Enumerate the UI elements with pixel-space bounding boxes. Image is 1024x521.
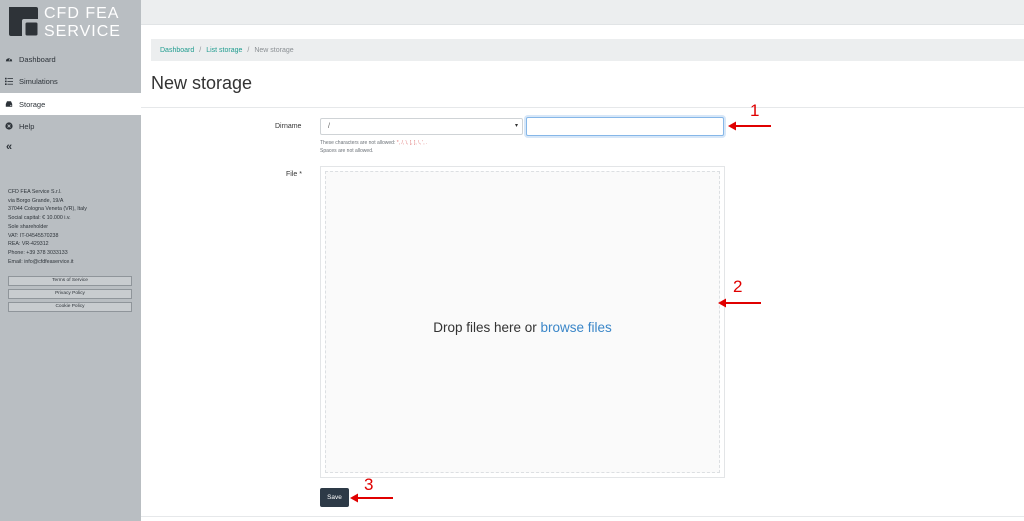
- company-line: via Borgo Grande, 19/A: [8, 197, 64, 204]
- file-label: File *: [286, 171, 302, 178]
- sidebar-item-simulations[interactable]: Simulations: [0, 70, 141, 92]
- page-title: New storage: [151, 73, 253, 93]
- breadcrumb-current: New storage: [254, 46, 294, 54]
- dirname-select[interactable]: / ▾: [320, 118, 523, 135]
- cookie-policy-button[interactable]: Cookie Policy: [8, 302, 132, 312]
- breadcrumb-separator: /: [247, 46, 250, 54]
- company-line: Social capital: € 10.000 i.v.: [8, 215, 71, 222]
- brand-name-line2: SERVICE: [44, 23, 121, 40]
- sidebar-item-dashboard[interactable]: Dashboard: [0, 48, 141, 70]
- dropzone-area[interactable]: Drop files here or browse files: [325, 171, 720, 473]
- drop-text: Drop files here or browse files: [326, 320, 719, 335]
- breadcrumb-dashboard[interactable]: Dashboard: [160, 47, 194, 54]
- hdd-icon: [5, 101, 13, 107]
- dirname-label: Dirname: [275, 123, 302, 130]
- terms-of-service-button[interactable]: Terms of Service: [8, 276, 132, 286]
- company-line: Email: info@cfdfeaservice.it: [8, 258, 74, 265]
- dashboard-icon: [5, 57, 13, 62]
- annotation-arrow-1-icon: [728, 121, 771, 131]
- company-line: 37044 Cologna Veneta (VR), Italy: [8, 206, 87, 213]
- annotation-number-3: 3: [364, 475, 374, 494]
- save-button[interactable]: Save: [320, 488, 349, 507]
- sidebar-item-label: Dashboard: [19, 54, 56, 64]
- company-line: VAT: IT-04545570238: [8, 232, 59, 239]
- sidebar-item-storage[interactable]: Storage: [0, 93, 141, 115]
- top-bar: [141, 0, 1024, 25]
- annotation-arrow-2-icon: [718, 298, 761, 308]
- brand-logo[interactable]: CFD FEA SERVICE: [7, 5, 132, 40]
- help-icon: [5, 122, 13, 130]
- company-line: REA: VR-429312: [8, 241, 49, 248]
- dirname-help-chars: These characters are not allowed: *, /, …: [320, 140, 427, 146]
- file-dropzone[interactable]: Drop files here or browse files: [320, 166, 725, 478]
- dirname-select-value: /: [328, 123, 330, 130]
- company-line: CFD FEA Service S.r.l.: [8, 189, 62, 195]
- sidebar-item-label: Help: [19, 121, 35, 131]
- sidebar-item-label: Storage: [19, 99, 46, 109]
- dirname-input[interactable]: [526, 117, 724, 136]
- list-icon: [5, 77, 13, 85]
- dirname-help-prefix: These characters are not allowed:: [320, 140, 397, 146]
- breadcrumb: Dashboard / List storage / New storage: [151, 39, 1024, 61]
- breadcrumb-separator: /: [199, 46, 202, 54]
- company-line: Phone: +39 378 3033133: [8, 249, 68, 256]
- collapse-sidebar-icon[interactable]: «: [6, 141, 12, 153]
- browse-files-link[interactable]: browse files: [541, 320, 612, 335]
- bottom-divider: [141, 516, 1024, 517]
- privacy-policy-button[interactable]: Privacy Policy: [8, 289, 132, 299]
- select-caret-icon: ▾: [514, 123, 518, 129]
- disallowed-chars: *, /, \, [, ], \, ', .: [396, 140, 428, 146]
- dirname-help-spaces: Spaces are not allowed.: [320, 148, 374, 154]
- company-info: CFD FEA Service S.r.l. via Borgo Grande,…: [8, 188, 138, 266]
- brand-logo-icon: [9, 7, 39, 37]
- company-line: Sole shareholder: [8, 223, 49, 230]
- sidebar-item-help[interactable]: Help: [0, 115, 141, 137]
- drop-text-prefix: Drop files here or: [433, 320, 537, 335]
- annotation-arrow-3-icon: [350, 493, 393, 503]
- brand-name-line1: CFD FEA: [44, 5, 120, 22]
- title-divider: [141, 107, 1024, 108]
- breadcrumb-list-storage[interactable]: List storage: [206, 47, 242, 54]
- annotation-number-1: 1: [750, 101, 760, 120]
- sidebar-item-label: Simulations: [19, 76, 58, 86]
- sidebar: CFD FEA SERVICE Dashboard Simulations St…: [0, 0, 141, 521]
- annotation-number-2: 2: [733, 277, 743, 296]
